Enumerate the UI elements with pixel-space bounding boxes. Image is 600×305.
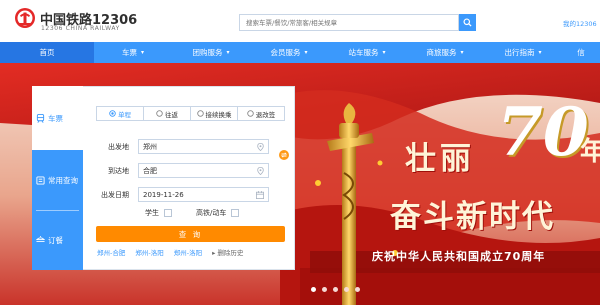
delete-history-label: 删除历史 xyxy=(217,249,244,257)
tab-round-trip[interactable]: 往返 xyxy=(143,107,190,120)
one-way-icon xyxy=(109,110,116,117)
chevron-down-icon: ▾ xyxy=(304,49,308,56)
nav-label: 首页 xyxy=(39,48,55,57)
departure-date-field[interactable]: 2019-11-26 xyxy=(138,187,269,202)
site-search xyxy=(239,14,459,31)
tab-transfer[interactable]: 接续换乘 xyxy=(190,107,237,120)
high-speed-label: 高铁/动车 xyxy=(196,209,227,217)
calendar-icon xyxy=(256,191,264,199)
search-input[interactable] xyxy=(240,15,458,30)
banner-year-char: 年 xyxy=(580,137,600,167)
nav-info[interactable]: 信 xyxy=(562,42,600,63)
nav-business-services[interactable]: 商旅服务 ▾ xyxy=(406,42,484,63)
round-trip-icon xyxy=(156,110,163,117)
chevron-down-icon: ▾ xyxy=(140,49,144,56)
trip-type-tabs: 单程 往返 接续换乘 退改签 xyxy=(96,106,285,121)
banner-headline-2: 奋斗新时代 xyxy=(390,199,555,235)
carousel-dot[interactable] xyxy=(344,287,349,292)
nav-label: 会员服务 xyxy=(270,48,301,57)
nav-label: 商旅服务 xyxy=(426,48,457,57)
search-button[interactable] xyxy=(459,14,476,31)
nav-travel-guide[interactable]: 出行指南 ▾ xyxy=(484,42,562,63)
carousel-dot[interactable] xyxy=(322,287,327,292)
nav-member-services[interactable]: 会员服务 ▾ xyxy=(250,42,328,63)
chevron-down-icon: ▾ xyxy=(226,49,230,56)
date-label: 出发日期 xyxy=(101,191,129,199)
student-option[interactable]: 学生 xyxy=(145,208,172,218)
panel-sidebar: 车票 常用查询 订餐 xyxy=(32,86,83,270)
tab-label: 单程 xyxy=(118,110,131,119)
swap-icon xyxy=(281,152,287,158)
refund-icon xyxy=(247,110,254,117)
history-item[interactable]: 郑州-洛阳 xyxy=(135,247,163,257)
tab-one-way[interactable]: 单程 xyxy=(97,107,143,120)
from-station-value: 郑州 xyxy=(143,142,157,151)
history-item[interactable]: 郑州-洛阳 xyxy=(174,247,202,257)
railway-logo-icon[interactable] xyxy=(14,7,36,29)
main-nav: 首页 车票 ▾ 团购服务 ▾ 会员服务 ▾ 站车服务 ▾ 商旅服务 ▾ 出行指南 ▾ 信 xyxy=(0,42,600,63)
swap-stations-button[interactable] xyxy=(279,150,289,160)
student-label: 学生 xyxy=(145,209,159,217)
departure-date-value: 2019-11-26 xyxy=(143,190,184,199)
nav-label: 出行指南 xyxy=(504,48,535,57)
nav-group-services[interactable]: 团购服务 ▾ xyxy=(172,42,250,63)
meal-icon xyxy=(36,235,45,245)
search-history: 郑州-合肥 郑州-洛阳 郑州-洛阳 ▸ 删除历史 xyxy=(97,247,243,257)
chevron-down-icon: ▾ xyxy=(538,49,542,56)
chevron-down-icon: ▾ xyxy=(460,49,464,56)
delete-history-link[interactable]: ▸ 删除历史 xyxy=(212,247,243,257)
tab-label: 退改签 xyxy=(255,110,276,119)
nav-label: 信 xyxy=(577,48,585,57)
query-icon xyxy=(36,175,45,185)
nav-label: 团购服务 xyxy=(192,48,223,57)
delete-icon: ▸ xyxy=(212,249,216,257)
student-checkbox[interactable] xyxy=(164,209,172,217)
tab-label: 接续换乘 xyxy=(205,110,232,119)
location-pin-icon xyxy=(257,143,264,151)
carousel-dot[interactable] xyxy=(311,287,316,292)
my-12306-link[interactable]: 我的12306 xyxy=(563,18,597,28)
nav-home[interactable]: 首页 xyxy=(0,42,94,63)
from-label: 出发地 xyxy=(108,143,129,151)
sidebar-item-common-query[interactable]: 常用查询 xyxy=(32,150,83,210)
nav-station-services[interactable]: 站车服务 ▾ xyxy=(328,42,406,63)
sidebar-label: 常用查询 xyxy=(48,175,78,185)
to-station-value: 合肥 xyxy=(143,166,157,175)
from-station-field[interactable]: 郑州 xyxy=(138,139,269,154)
nav-label: 站车服务 xyxy=(348,48,379,57)
sidebar-label: 车票 xyxy=(48,113,63,123)
history-item[interactable]: 郑州-合肥 xyxy=(97,247,125,257)
chevron-down-icon: ▾ xyxy=(382,49,386,56)
search-icon xyxy=(463,18,472,27)
high-speed-option[interactable]: 高铁/动车 xyxy=(196,208,240,218)
nav-label: 车票 xyxy=(121,48,137,57)
sidebar-label: 订餐 xyxy=(48,235,63,245)
banner-headline-1: 壮丽 xyxy=(405,141,475,177)
location-pin-icon xyxy=(257,167,264,175)
banner-subline: 庆祝中华人民共和国成立70周年 xyxy=(372,250,546,263)
query-button[interactable]: 查 询 xyxy=(96,226,285,242)
header: 中国铁路12306 12306 CHINA RAILWAY 我的12306 xyxy=(0,0,600,42)
nav-tickets[interactable]: 车票 ▾ xyxy=(94,42,172,63)
to-label: 到达地 xyxy=(108,167,129,175)
carousel-dot[interactable] xyxy=(355,287,360,292)
banner-seventy: 70 xyxy=(497,93,589,171)
logo-subtitle: 12306 CHINA RAILWAY xyxy=(41,25,120,32)
carousel-dot[interactable] xyxy=(333,287,338,292)
tab-label: 往返 xyxy=(165,110,178,119)
carousel-dots xyxy=(311,287,360,292)
tab-refund-change[interactable]: 退改签 xyxy=(237,107,284,120)
train-icon xyxy=(36,113,45,123)
sidebar-item-tickets[interactable]: 车票 xyxy=(32,86,83,150)
sidebar-item-meal[interactable]: 订餐 xyxy=(32,210,83,270)
transfer-icon xyxy=(196,110,204,117)
to-station-field[interactable]: 合肥 xyxy=(138,163,269,178)
high-speed-checkbox[interactable] xyxy=(231,209,240,217)
